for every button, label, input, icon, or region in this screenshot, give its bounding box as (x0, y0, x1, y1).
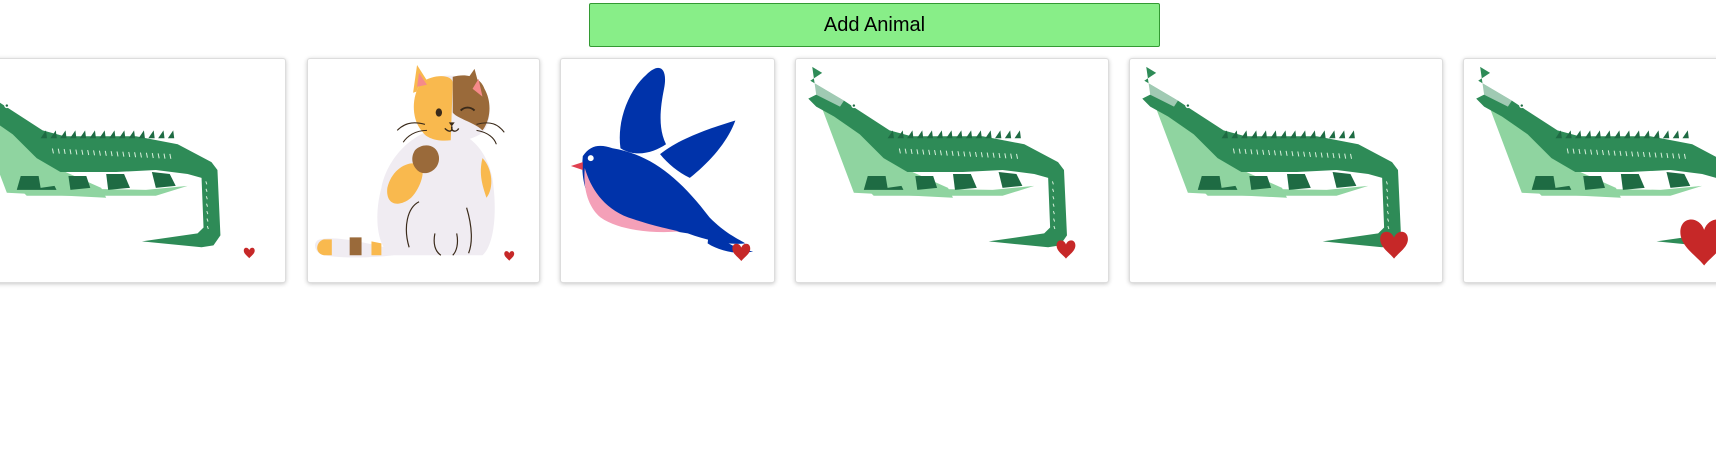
heart-icon (732, 243, 751, 262)
animal-card-crocodile[interactable] (1463, 58, 1716, 283)
animal-card-crocodile[interactable] (1129, 58, 1443, 283)
heart-icon (243, 247, 255, 259)
crocodile-icon (1476, 66, 1716, 266)
animal-card-crocodile[interactable] (795, 58, 1109, 283)
crocodile-icon (1142, 66, 1408, 259)
heart-icon (1056, 240, 1076, 259)
heart-icon (504, 251, 515, 261)
cat-icon (315, 64, 515, 261)
heart-icon (1680, 219, 1716, 266)
crocodile-icon (0, 102, 255, 259)
animal-card-bird[interactable] (560, 58, 775, 283)
animal-card-cat[interactable] (307, 58, 540, 283)
add-animal-button[interactable]: Add Animal (589, 3, 1160, 47)
crocodile-icon (808, 66, 1076, 259)
animal-card-crocodile[interactable] (0, 58, 286, 283)
bird-icon (570, 67, 754, 262)
